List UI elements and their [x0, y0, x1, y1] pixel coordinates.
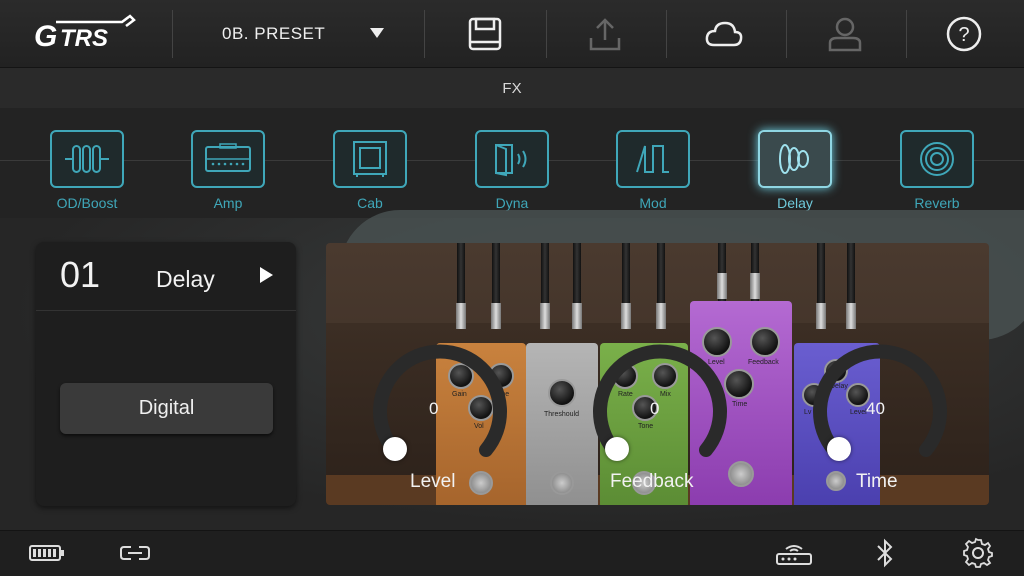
toolbar-separator: [906, 10, 907, 58]
card-divider: [36, 310, 296, 311]
effect-dyna[interactable]: Dyna: [475, 130, 549, 218]
effect-amp[interactable]: Amp: [191, 130, 265, 218]
dropdown-arrow-icon[interactable]: [368, 26, 386, 40]
upload-icon[interactable]: [585, 14, 625, 54]
effect-od-boost[interactable]: OD/Boost: [50, 130, 124, 218]
cable: [657, 243, 665, 303]
toolbar-separator: [424, 10, 425, 58]
router-icon[interactable]: [774, 538, 814, 568]
settings-icon[interactable]: [960, 537, 996, 568]
feedback-label: Feedback: [610, 471, 694, 492]
level-knob-handle[interactable]: [383, 437, 407, 461]
time-knob-handle[interactable]: [827, 437, 851, 461]
feedback-knob-arc[interactable]: [580, 340, 740, 460]
app-window: G TRS 0B. PRESET ? FX OD/Boost Amp Cab D…: [0, 0, 1024, 576]
cloud-icon[interactable]: [704, 14, 744, 54]
cable: [573, 243, 581, 303]
jack: [456, 303, 466, 329]
effect-label: Reverb: [914, 195, 960, 211]
save-icon[interactable]: [465, 14, 505, 54]
battery-icon: [28, 538, 66, 568]
delay-icon: [779, 144, 809, 174]
top-toolbar: G TRS 0B. PRESET ?: [0, 0, 1024, 68]
user-icon[interactable]: [825, 14, 865, 54]
effect-label: Cab: [357, 195, 383, 211]
svg-text:?: ?: [958, 24, 969, 46]
gtrs-logo: G TRS: [34, 14, 136, 53]
preset-name[interactable]: 0B. PRESET: [222, 24, 325, 44]
dyna-icon: [495, 144, 527, 177]
effect-name: Delay: [156, 266, 215, 292]
fx-section-title: FX: [502, 80, 522, 97]
play-icon[interactable]: [258, 266, 274, 284]
reverb-icon: [920, 142, 954, 176]
toolbar-separator: [546, 10, 547, 58]
pedal-footswitch: [550, 471, 574, 495]
svg-text:G: G: [34, 20, 57, 53]
cab-icon: [353, 141, 387, 177]
effect-label: Dyna: [495, 195, 529, 211]
effect-cab[interactable]: Cab: [333, 130, 407, 218]
pedal-knob: [750, 327, 780, 357]
cable: [541, 243, 549, 303]
time-label: Time: [856, 471, 898, 492]
cable: [847, 243, 855, 303]
effect-type-button[interactable]: Digital: [60, 383, 273, 434]
toolbar-separator: [786, 10, 787, 58]
feedback-value: 0: [650, 399, 660, 418]
jack: [540, 303, 550, 329]
feedback-knob-handle[interactable]: [605, 437, 629, 461]
effect-slot-number: 01: [60, 254, 101, 295]
effect-mod[interactable]: Mod: [616, 130, 690, 218]
jack: [491, 303, 501, 329]
effect-label: Amp: [213, 195, 243, 211]
bluetooth-icon[interactable]: [872, 538, 898, 568]
pedal-footswitch: [728, 461, 754, 487]
pedal-footswitch: [826, 471, 846, 491]
cable: [817, 243, 825, 303]
effect-label: OD/Boost: [56, 195, 118, 211]
jack: [572, 303, 582, 329]
amp-icon: [205, 143, 251, 172]
jack: [816, 303, 826, 329]
level-label: Level: [410, 471, 456, 492]
effect-label: Mod: [639, 195, 667, 211]
effect-delay[interactable]: Delay: [758, 130, 832, 218]
jack: [717, 273, 727, 299]
od-boost-icon: [65, 145, 109, 173]
jack: [846, 303, 856, 329]
link-icon[interactable]: [118, 538, 152, 568]
effect-label: Delay: [777, 195, 813, 211]
pedal-knob-label: Feedback: [748, 359, 779, 366]
time-value: 40: [866, 399, 885, 418]
toolbar-separator: [666, 10, 667, 58]
mod-icon: [636, 145, 669, 173]
cable: [457, 243, 465, 303]
svg-text:TRS: TRS: [60, 25, 108, 52]
jack: [656, 303, 666, 329]
toolbar-separator: [172, 10, 173, 58]
pedal-knob: [548, 379, 576, 407]
cable: [622, 243, 630, 303]
pedal-footswitch: [469, 471, 493, 495]
jack: [621, 303, 631, 329]
pedal-knob-label: Threshould: [544, 411, 580, 418]
level-value: 0: [429, 399, 439, 418]
cable: [492, 243, 500, 303]
help-icon[interactable]: ?: [944, 14, 984, 54]
jack: [750, 273, 760, 299]
effect-detail-card: 01 Delay Digital: [36, 242, 296, 506]
effect-reverb[interactable]: Reverb: [900, 130, 974, 218]
status-bar: [0, 530, 1024, 576]
